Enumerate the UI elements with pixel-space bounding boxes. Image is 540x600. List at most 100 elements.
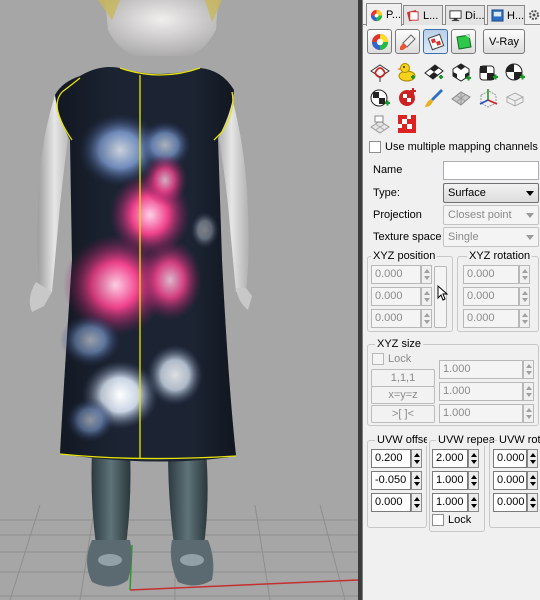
rotation-z-spinner[interactable] <box>519 309 530 328</box>
uvw-offset-title: UVW offset <box>375 434 427 446</box>
xyz-rotation-title: XYZ rotation <box>467 250 533 262</box>
position-y-field[interactable]: 0.000 <box>371 287 421 306</box>
perspective-viewport[interactable] <box>0 0 358 600</box>
size-reset-button[interactable]: 1,1,1 <box>371 369 435 387</box>
position-x-field[interactable]: 0.000 <box>371 265 421 284</box>
layers-icon <box>407 10 419 22</box>
size-x-spinner[interactable] <box>523 360 534 379</box>
chevron-down-icon <box>526 213 534 218</box>
type-value: Surface <box>448 187 486 199</box>
repeat-w-spinner[interactable] <box>468 493 479 512</box>
use-multiple-channels-checkbox[interactable] <box>369 141 381 153</box>
properties-panel: P... L... Di... H... V-Ray Use multiple … <box>362 0 540 600</box>
offset-u-spinner[interactable] <box>411 449 422 468</box>
viewport-scene <box>0 0 358 600</box>
checker-mapping-icon[interactable] <box>423 61 445 83</box>
red-checker-tile-icon[interactable] <box>396 113 418 135</box>
material-button[interactable] <box>367 29 392 54</box>
rotation-z-field[interactable]: 0.000 <box>463 309 519 328</box>
uvw-rotation-u-field[interactable]: 0.000 <box>493 449 527 468</box>
uvw-rotation-w-spinner[interactable] <box>527 493 538 512</box>
position-x-spinner[interactable] <box>421 265 432 284</box>
position-z-field[interactable]: 0.000 <box>371 309 421 328</box>
gear-icon[interactable] <box>528 9 540 21</box>
material-ball-icon <box>371 33 388 50</box>
floral-dress <box>55 67 236 462</box>
size-uniform-button[interactable]: x=y=z <box>371 386 435 404</box>
decal-button[interactable] <box>451 29 476 54</box>
uvw-repeat-title: UVW repeat <box>436 434 494 446</box>
tab-label: Di... <box>465 9 485 22</box>
tab-layers[interactable]: L... <box>403 5 443 25</box>
checker-cylinder-icon[interactable] <box>369 87 391 109</box>
paint-button[interactable] <box>395 29 420 54</box>
repeat-u-field[interactable]: 2.000 <box>432 449 468 468</box>
texture-mapping-icon <box>427 33 444 50</box>
repeat-w-field[interactable]: 1.000 <box>432 493 468 512</box>
rotation-x-field[interactable]: 0.000 <box>463 265 519 284</box>
texture-space-value: Single <box>448 231 479 243</box>
offset-u-field[interactable]: 0.200 <box>371 449 411 468</box>
gray-mesh-icon[interactable] <box>450 87 472 109</box>
checker-cube-icon[interactable] <box>477 61 499 83</box>
projection-value: Closest point <box>448 209 512 221</box>
tab-help[interactable]: H... <box>487 5 525 25</box>
repeat-lock-checkbox[interactable] <box>432 514 444 526</box>
x-axis-line <box>129 579 358 591</box>
uvw-rotation-v-spinner[interactable] <box>527 471 538 490</box>
repeat-u-spinner[interactable] <box>468 449 479 468</box>
uvw-rotation-v-field[interactable]: 0.000 <box>493 471 527 490</box>
display-icon <box>449 10 462 22</box>
avatar-left-leg <box>91 450 131 545</box>
rotation-x-spinner[interactable] <box>519 265 530 284</box>
texture-mapping-button[interactable] <box>423 29 448 54</box>
tab-label: P... <box>386 9 402 21</box>
axis-box-icon[interactable] <box>477 87 499 109</box>
uvw-rotation-title: UVW rotation <box>497 434 540 446</box>
offset-v-field[interactable]: -0.050 <box>371 471 411 490</box>
rotation-y-field[interactable]: 0.000 <box>463 287 519 306</box>
offset-w-spinner[interactable] <box>411 493 422 512</box>
rubber-duck-icon[interactable] <box>396 61 418 83</box>
size-z-spinner[interactable] <box>523 404 534 423</box>
repeat-v-field[interactable]: 1.000 <box>432 471 468 490</box>
checker-sphere-icon[interactable] <box>504 61 526 83</box>
vray-button[interactable]: V-Ray <box>483 29 525 54</box>
chevron-down-icon <box>526 235 534 240</box>
checker-box-icon[interactable] <box>450 61 472 83</box>
texture-space-dropdown[interactable]: Single <box>443 227 539 247</box>
position-y-spinner[interactable] <box>421 287 432 306</box>
avatar-head <box>105 0 218 56</box>
uvw-rotation-u-spinner[interactable] <box>527 449 538 468</box>
xyz-position-title: XYZ position <box>371 250 438 262</box>
xyz-size-title: XYZ size <box>375 338 424 350</box>
wire-box-icon[interactable] <box>504 87 526 109</box>
help-icon <box>491 9 504 22</box>
name-field[interactable] <box>443 161 539 180</box>
type-label: Type: <box>373 187 400 199</box>
size-lock-checkbox[interactable] <box>372 353 384 365</box>
rotation-y-spinner[interactable] <box>519 287 530 306</box>
apply-planar-mapping-icon[interactable] <box>369 61 391 83</box>
offset-v-spinner[interactable] <box>411 471 422 490</box>
chevron-down-icon <box>526 191 534 196</box>
tab-display[interactable]: Di... <box>445 5 485 25</box>
offset-w-field[interactable]: 0.000 <box>371 493 411 512</box>
planar-grid-icon[interactable] <box>369 113 391 135</box>
position-z-spinner[interactable] <box>421 309 432 328</box>
size-x-field[interactable]: 1.000 <box>439 360 523 379</box>
uvw-rotation-w-field[interactable]: 0.000 <box>493 493 527 512</box>
size-y-field[interactable]: 1.000 <box>439 382 523 401</box>
projection-label: Projection <box>373 209 422 221</box>
color-wheel-icon <box>370 9 383 21</box>
red-checker-icon[interactable] <box>396 87 418 109</box>
repeat-v-spinner[interactable] <box>468 471 479 490</box>
paint-brush-icon[interactable] <box>423 87 445 109</box>
name-label: Name <box>373 164 403 176</box>
size-y-spinner[interactable] <box>523 382 534 401</box>
size-fit-button[interactable]: >[ ]< <box>371 405 435 423</box>
tab-properties[interactable]: P... <box>366 3 402 26</box>
type-dropdown[interactable]: Surface <box>443 183 539 203</box>
projection-dropdown[interactable]: Closest point <box>443 205 539 225</box>
size-z-field[interactable]: 1.000 <box>439 404 523 423</box>
